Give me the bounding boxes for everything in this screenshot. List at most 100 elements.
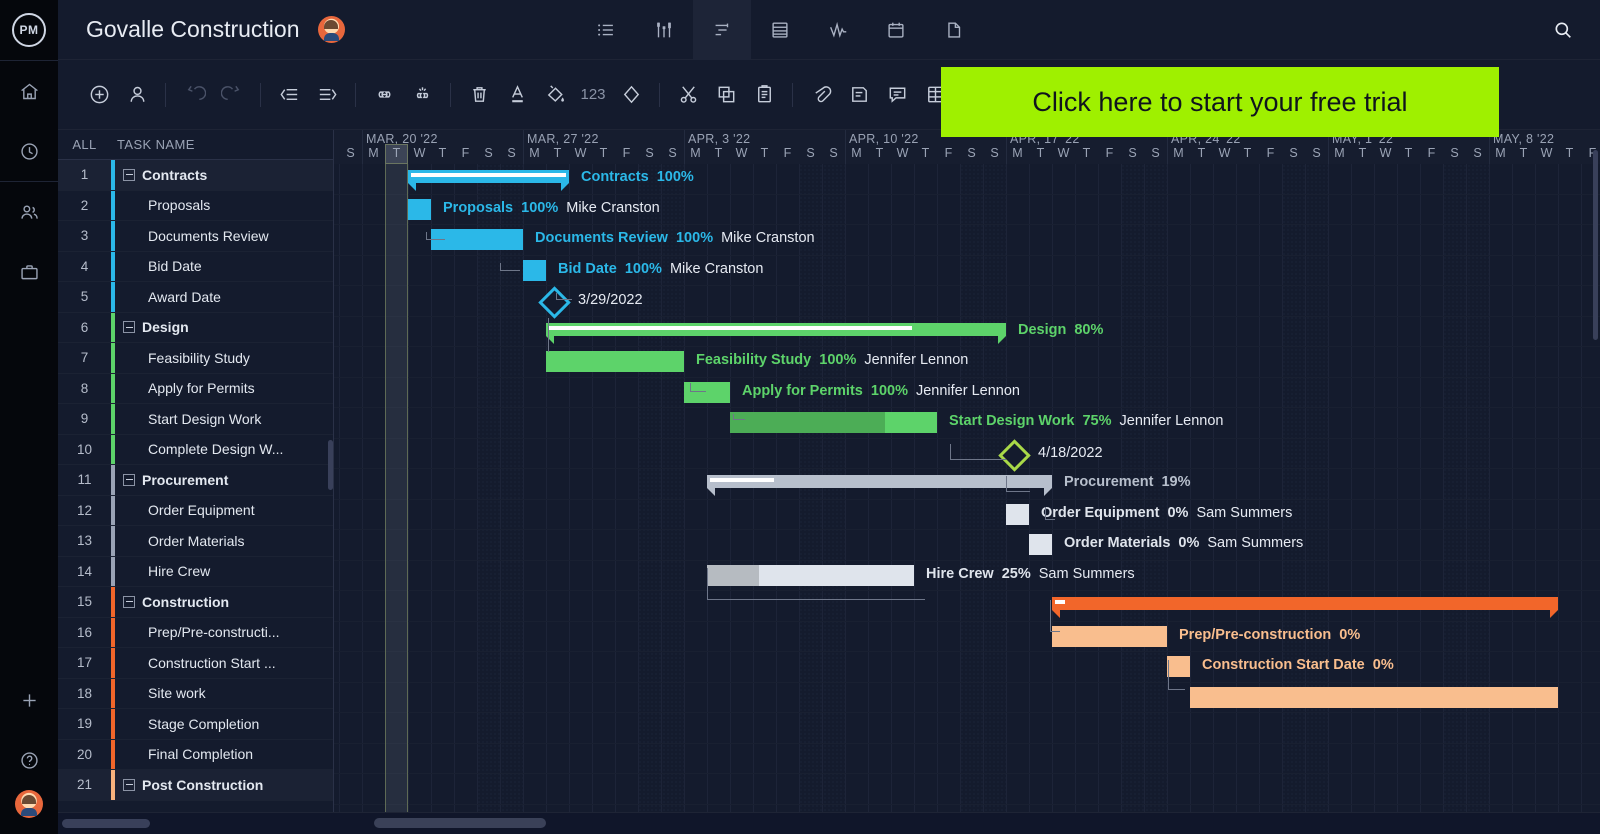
task-name-cell[interactable]: Feasibility Study xyxy=(115,350,333,366)
task-bar[interactable] xyxy=(1052,626,1167,647)
fill-color-icon[interactable] xyxy=(536,76,574,114)
link-tasks-icon[interactable] xyxy=(365,76,403,114)
task-name-cell[interactable]: Site work xyxy=(115,685,333,701)
task-bar[interactable] xyxy=(1190,687,1558,708)
task-bar[interactable] xyxy=(523,260,546,281)
table-vertical-scrollbar[interactable] xyxy=(328,440,333,490)
tab-board[interactable] xyxy=(635,0,693,60)
task-name-cell[interactable]: Complete Design W... xyxy=(115,441,333,457)
app-logo[interactable]: PM xyxy=(0,0,58,60)
task-name-cell[interactable]: Stage Completion xyxy=(115,716,333,732)
column-header-all[interactable]: ALL xyxy=(58,137,111,152)
task-name-cell[interactable]: Documents Review xyxy=(115,228,333,244)
tab-pages[interactable] xyxy=(925,0,983,60)
table-row[interactable]: 18Site work xyxy=(58,679,333,710)
task-name-cell[interactable]: Contracts xyxy=(115,167,333,183)
collapse-icon[interactable] xyxy=(123,474,135,486)
table-row[interactable]: 15Construction xyxy=(58,587,333,618)
cut-icon[interactable] xyxy=(669,76,707,114)
attachment-icon[interactable] xyxy=(802,76,840,114)
plus-icon[interactable] xyxy=(0,670,58,730)
table-row[interactable]: 6Design xyxy=(58,313,333,344)
tab-calendar[interactable] xyxy=(867,0,925,60)
outdent-icon[interactable] xyxy=(270,76,308,114)
table-row[interactable]: 16Prep/Pre-constructi... xyxy=(58,618,333,649)
task-bar[interactable] xyxy=(730,412,937,433)
undo-icon[interactable] xyxy=(175,76,213,114)
summary-bar[interactable] xyxy=(707,475,1052,488)
briefcase-icon[interactable] xyxy=(0,242,58,302)
task-name-cell[interactable]: Procurement xyxy=(115,472,333,488)
table-row[interactable]: 7Feasibility Study xyxy=(58,343,333,374)
text-color-icon[interactable] xyxy=(498,76,536,114)
task-name-cell[interactable]: Order Equipment xyxy=(115,502,333,518)
avatar[interactable] xyxy=(15,790,43,818)
free-trial-banner[interactable]: Click here to start your free trial xyxy=(941,67,1499,137)
task-name-cell[interactable]: Final Completion xyxy=(115,746,333,762)
project-owner-avatar[interactable] xyxy=(318,16,345,43)
task-name-cell[interactable]: Proposals xyxy=(115,197,333,213)
assign-user-icon[interactable] xyxy=(118,76,156,114)
tab-list[interactable] xyxy=(577,0,635,60)
table-row[interactable]: 8Apply for Permits xyxy=(58,374,333,405)
collapse-icon[interactable] xyxy=(123,321,135,333)
table-row[interactable]: 2Proposals xyxy=(58,191,333,222)
task-bar[interactable] xyxy=(1006,504,1029,525)
table-row[interactable]: 5Award Date xyxy=(58,282,333,313)
table-row[interactable]: 12Order Equipment xyxy=(58,496,333,527)
task-name-cell[interactable]: Award Date xyxy=(115,289,333,305)
table-row[interactable]: 1Contracts xyxy=(58,160,333,191)
gantt-vertical-scrollbar[interactable] xyxy=(1593,150,1598,340)
delete-icon[interactable] xyxy=(460,76,498,114)
redo-icon[interactable] xyxy=(213,76,251,114)
indent-icon[interactable] xyxy=(308,76,346,114)
paste-icon[interactable] xyxy=(745,76,783,114)
gantt-chart[interactable]: MAR, 20 '22MAR, 27 '22APR, 3 '22APR, 10 … xyxy=(334,130,1600,816)
table-row[interactable]: 9Start Design Work xyxy=(58,404,333,435)
summary-bar[interactable] xyxy=(546,323,1006,336)
table-row[interactable]: 20Final Completion xyxy=(58,740,333,771)
people-icon[interactable] xyxy=(0,182,58,242)
summary-bar[interactable] xyxy=(408,170,569,183)
task-name-cell[interactable]: Order Materials xyxy=(115,533,333,549)
task-name-cell[interactable]: Hire Crew xyxy=(115,563,333,579)
table-row[interactable]: 4Bid Date xyxy=(58,252,333,283)
note-icon[interactable] xyxy=(840,76,878,114)
table-row[interactable]: 17Construction Start ... xyxy=(58,648,333,679)
number-format-icon[interactable]: 123 xyxy=(574,76,612,114)
task-name-cell[interactable]: Bid Date xyxy=(115,258,333,274)
collapse-icon[interactable] xyxy=(123,169,135,181)
table-row[interactable]: 14Hire Crew xyxy=(58,557,333,588)
table-row[interactable]: 13Order Materials xyxy=(58,526,333,557)
gantt-horizontal-scrollbar[interactable] xyxy=(374,818,546,828)
tab-sheet[interactable] xyxy=(751,0,809,60)
table-row[interactable]: 10Complete Design W... xyxy=(58,435,333,466)
table-horizontal-scrollbar[interactable] xyxy=(62,819,150,828)
help-icon[interactable] xyxy=(0,730,58,790)
table-row[interactable]: 11Procurement xyxy=(58,465,333,496)
clock-icon[interactable] xyxy=(0,121,58,181)
task-name-cell[interactable]: Construction Start ... xyxy=(115,655,333,671)
task-bar[interactable] xyxy=(546,351,684,372)
table-row[interactable]: 19Stage Completion xyxy=(58,709,333,740)
task-bar[interactable] xyxy=(408,199,431,220)
table-row[interactable]: 21Post Construction xyxy=(58,770,333,801)
task-name-cell[interactable]: Prep/Pre-constructi... xyxy=(115,624,333,640)
column-header-task-name[interactable]: TASK NAME xyxy=(111,137,195,152)
home-icon[interactable] xyxy=(0,61,58,121)
milestone-icon[interactable] xyxy=(612,76,650,114)
tab-workload[interactable] xyxy=(809,0,867,60)
search-icon[interactable] xyxy=(1534,0,1592,60)
task-name-cell[interactable]: Start Design Work xyxy=(115,411,333,427)
collapse-icon[interactable] xyxy=(123,779,135,791)
collapse-icon[interactable] xyxy=(123,596,135,608)
task-name-cell[interactable]: Construction xyxy=(115,594,333,610)
task-name-cell[interactable]: Post Construction xyxy=(115,777,333,793)
add-task-icon[interactable] xyxy=(80,76,118,114)
task-bar[interactable] xyxy=(1029,534,1052,555)
tab-gantt[interactable] xyxy=(693,0,751,60)
task-name-cell[interactable]: Apply for Permits xyxy=(115,380,333,396)
summary-bar[interactable] xyxy=(1052,597,1558,610)
table-row[interactable]: 3Documents Review xyxy=(58,221,333,252)
unlink-tasks-icon[interactable] xyxy=(403,76,441,114)
